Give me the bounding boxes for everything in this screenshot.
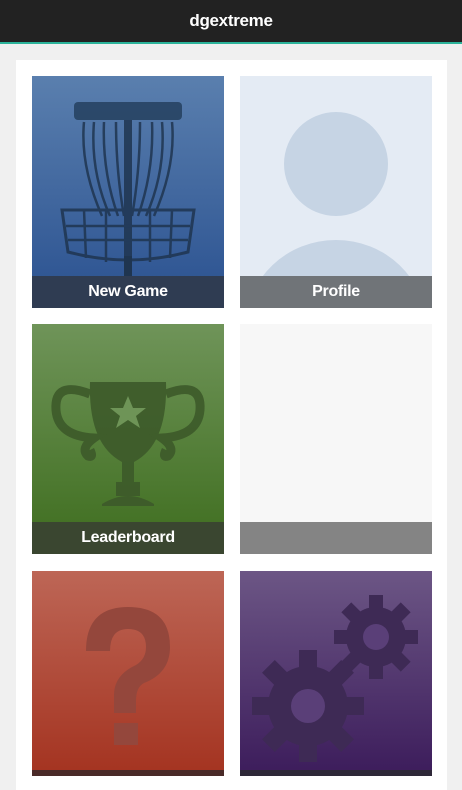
- top-bar: dgextreme: [0, 0, 462, 44]
- blank-tile-label: [240, 522, 432, 554]
- gears-icon: [252, 595, 418, 762]
- leaderboard-tile[interactable]: Leaderboard: [32, 324, 224, 554]
- settings-label: [240, 770, 432, 776]
- settings-tile[interactable]: [240, 571, 432, 776]
- new-game-tile[interactable]: New Game: [32, 76, 224, 308]
- disc-golf-basket-icon: [60, 102, 196, 296]
- app-title: dgextreme: [189, 11, 273, 30]
- help-label: [32, 770, 224, 776]
- blank-tile[interactable]: [240, 324, 432, 554]
- profile-label: Profile: [240, 276, 432, 308]
- help-tile[interactable]: [32, 571, 224, 776]
- trophy-icon: [51, 382, 205, 506]
- leaderboard-label: Leaderboard: [32, 522, 224, 554]
- user-avatar-icon: [248, 112, 424, 308]
- new-game-label: New Game: [32, 276, 224, 308]
- question-mark-icon: [86, 607, 170, 745]
- profile-tile[interactable]: Profile: [240, 76, 432, 308]
